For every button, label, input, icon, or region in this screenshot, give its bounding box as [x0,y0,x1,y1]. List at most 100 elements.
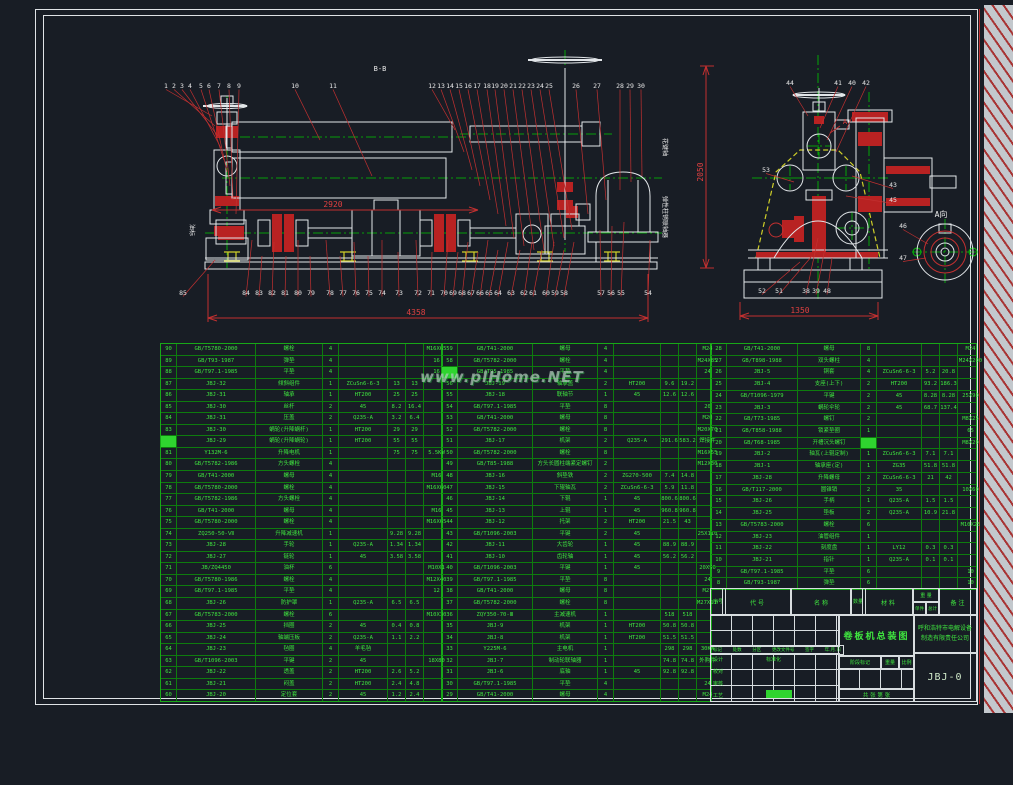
bom-cell [387,482,405,494]
bom-cell: 13 [387,378,405,390]
balloon-label: 5 [199,82,203,90]
bom-cell: 45 [613,494,660,505]
bom-cell: ZG270-500 [613,471,660,482]
bom-cell: HT200 [338,424,387,436]
bom-cell: 7.1 [921,449,939,461]
bom-cell: 45 [338,551,387,563]
bom-cell: GB/T41-2000 [176,505,255,517]
bom-cell: 下辊 [532,494,597,505]
bom-cell: Q235-A [338,632,387,644]
bom-table-left: 90 GB/T5780-2000 螺栓 4 M16X65 89 GB/T93-1987 弹垫 4… [160,343,446,702]
bom-cell: JBJ-15 [457,482,532,494]
bom-cell: 刻度盘 [797,543,860,554]
bom-cell: 11 [715,545,722,552]
bom-cell: 51.5 [678,632,696,644]
bom-cell: 2.4 [387,678,405,690]
bom-cell: GB/T1096-2003 [457,528,532,540]
bom-cell: 2 [860,379,876,390]
leader-line [189,89,222,149]
section-arrow-a: A [843,118,848,126]
bom-cell: 14 [715,510,722,517]
bom-cell [387,505,405,517]
bom-cell: 2 [322,690,338,701]
bom-cell: 10X60 [957,484,983,496]
bom-cell [939,531,957,543]
bom-cell: JBJ-28 [726,472,797,484]
tb-sign-standard: 标准化 [766,657,782,663]
bom-cell: 4 [597,690,613,701]
bom-cell: 27 [715,357,722,364]
bom-cell [957,554,983,566]
bom-cell: 60 [165,692,172,699]
bom-cell [338,505,387,517]
bom-cell [613,344,660,355]
bom-cell: JBJ-11 [457,540,532,551]
bom-cell: 29 [446,692,453,699]
bom-cell: 方头螺栓 [255,459,322,471]
bom-cell: 583.2 [678,436,696,447]
bom-cell: GB/T41-2000 [457,586,532,598]
bom-cell: GB/T5782-1986 [176,459,255,471]
bom-cell: JBJ-7 [457,655,532,667]
bom-row: 73 JBJ-28 手轮 1 Q235-A 1.34 1.34 [161,539,442,551]
bom-cell: JB/ZQ4450 [176,563,255,574]
bom-row: 30 GB/T97.1-1985 平垫 4 24 [442,677,711,690]
bom-cell: 13 [715,521,722,528]
bom-cell: 螺栓 [255,517,322,528]
bom-cell [678,413,696,424]
bom-cell [921,414,939,426]
bom-cell: 1 [322,528,338,540]
balloon-label: 52 [758,287,766,295]
bom-row: 75 GB/T5780-2000 螺栓 4 M16X65 [161,516,446,528]
company-line2: 制造有限责任公司 [920,635,969,642]
bom-cell: 轴瓦(上辊定制) [797,449,860,461]
bom-cell: LY12 [876,543,921,554]
balloon-label: 8 [227,82,231,90]
bom-cell: 1 [322,424,338,436]
bom-cell: 92.8 [660,667,678,678]
bom-cell: 油管组件 [797,531,860,543]
bom-row: 13 GB/T5783-2000 螺栓 6 M10X25 [711,518,980,531]
bom-cell [660,574,678,586]
bom-cell: GB/T5780-1986 [176,574,255,586]
bom-cell: 16.4 [405,401,423,413]
bom-cell: 1 [597,655,613,667]
bom-cell: 螺母 [797,344,860,355]
bom-cell: 1.5 [939,496,957,508]
bom-cell: 800.6 [678,494,696,505]
balloons-detail: 46 47 [899,222,929,262]
bom-cell: Y132M-6 [176,447,255,459]
bom-cell: 底轴 [532,667,597,678]
bom-cell: 45 [613,528,660,540]
tb-stage-boxes [838,668,915,690]
dim-line-2920 [211,206,479,214]
bom-cell: 59 [446,346,453,352]
balloon-label: 21 [509,82,517,90]
bom-row: 59 GB/T41-2000 螺母 4 M24 [442,344,712,355]
bom-cell [678,586,696,598]
bom-cell: 45 [446,507,453,514]
tb-header-remark: 备 注 [938,588,977,616]
bom-cell: 6.5 [405,598,423,609]
bom-cell: 螺母 [255,505,322,517]
bom-cell: 88.9 [660,540,678,551]
bom-row: 28 GB/T41-2000 螺母 8 M24 [711,344,976,355]
bom-cell [338,494,387,505]
bom-cell: 10 [715,556,722,563]
balloon-label: 16 [464,82,472,90]
bom-cell: 手柄 [797,496,860,508]
bom-cell: 1 [860,461,876,472]
bom-cell: 1 [597,621,613,632]
bom-cell: JBJ-22 [176,667,255,678]
balloon-label: 28 [616,82,624,90]
bom-cell [921,484,939,496]
bom-cell: 1 [860,426,876,437]
bom-cell: 1 [322,447,338,459]
bom-table-right: 28 GB/T41-2000 螺母 8 M24 27 GB/T898-1988 双头螺柱 4 M2… [710,343,982,590]
bom-cell: 2 [597,517,613,528]
bom-cell: 21 [921,472,939,484]
bom-cell: 1 [860,449,876,461]
bom-cell: 平垫 [255,586,322,598]
bom-cell [876,437,921,449]
bom-cell: 25 [715,381,722,388]
